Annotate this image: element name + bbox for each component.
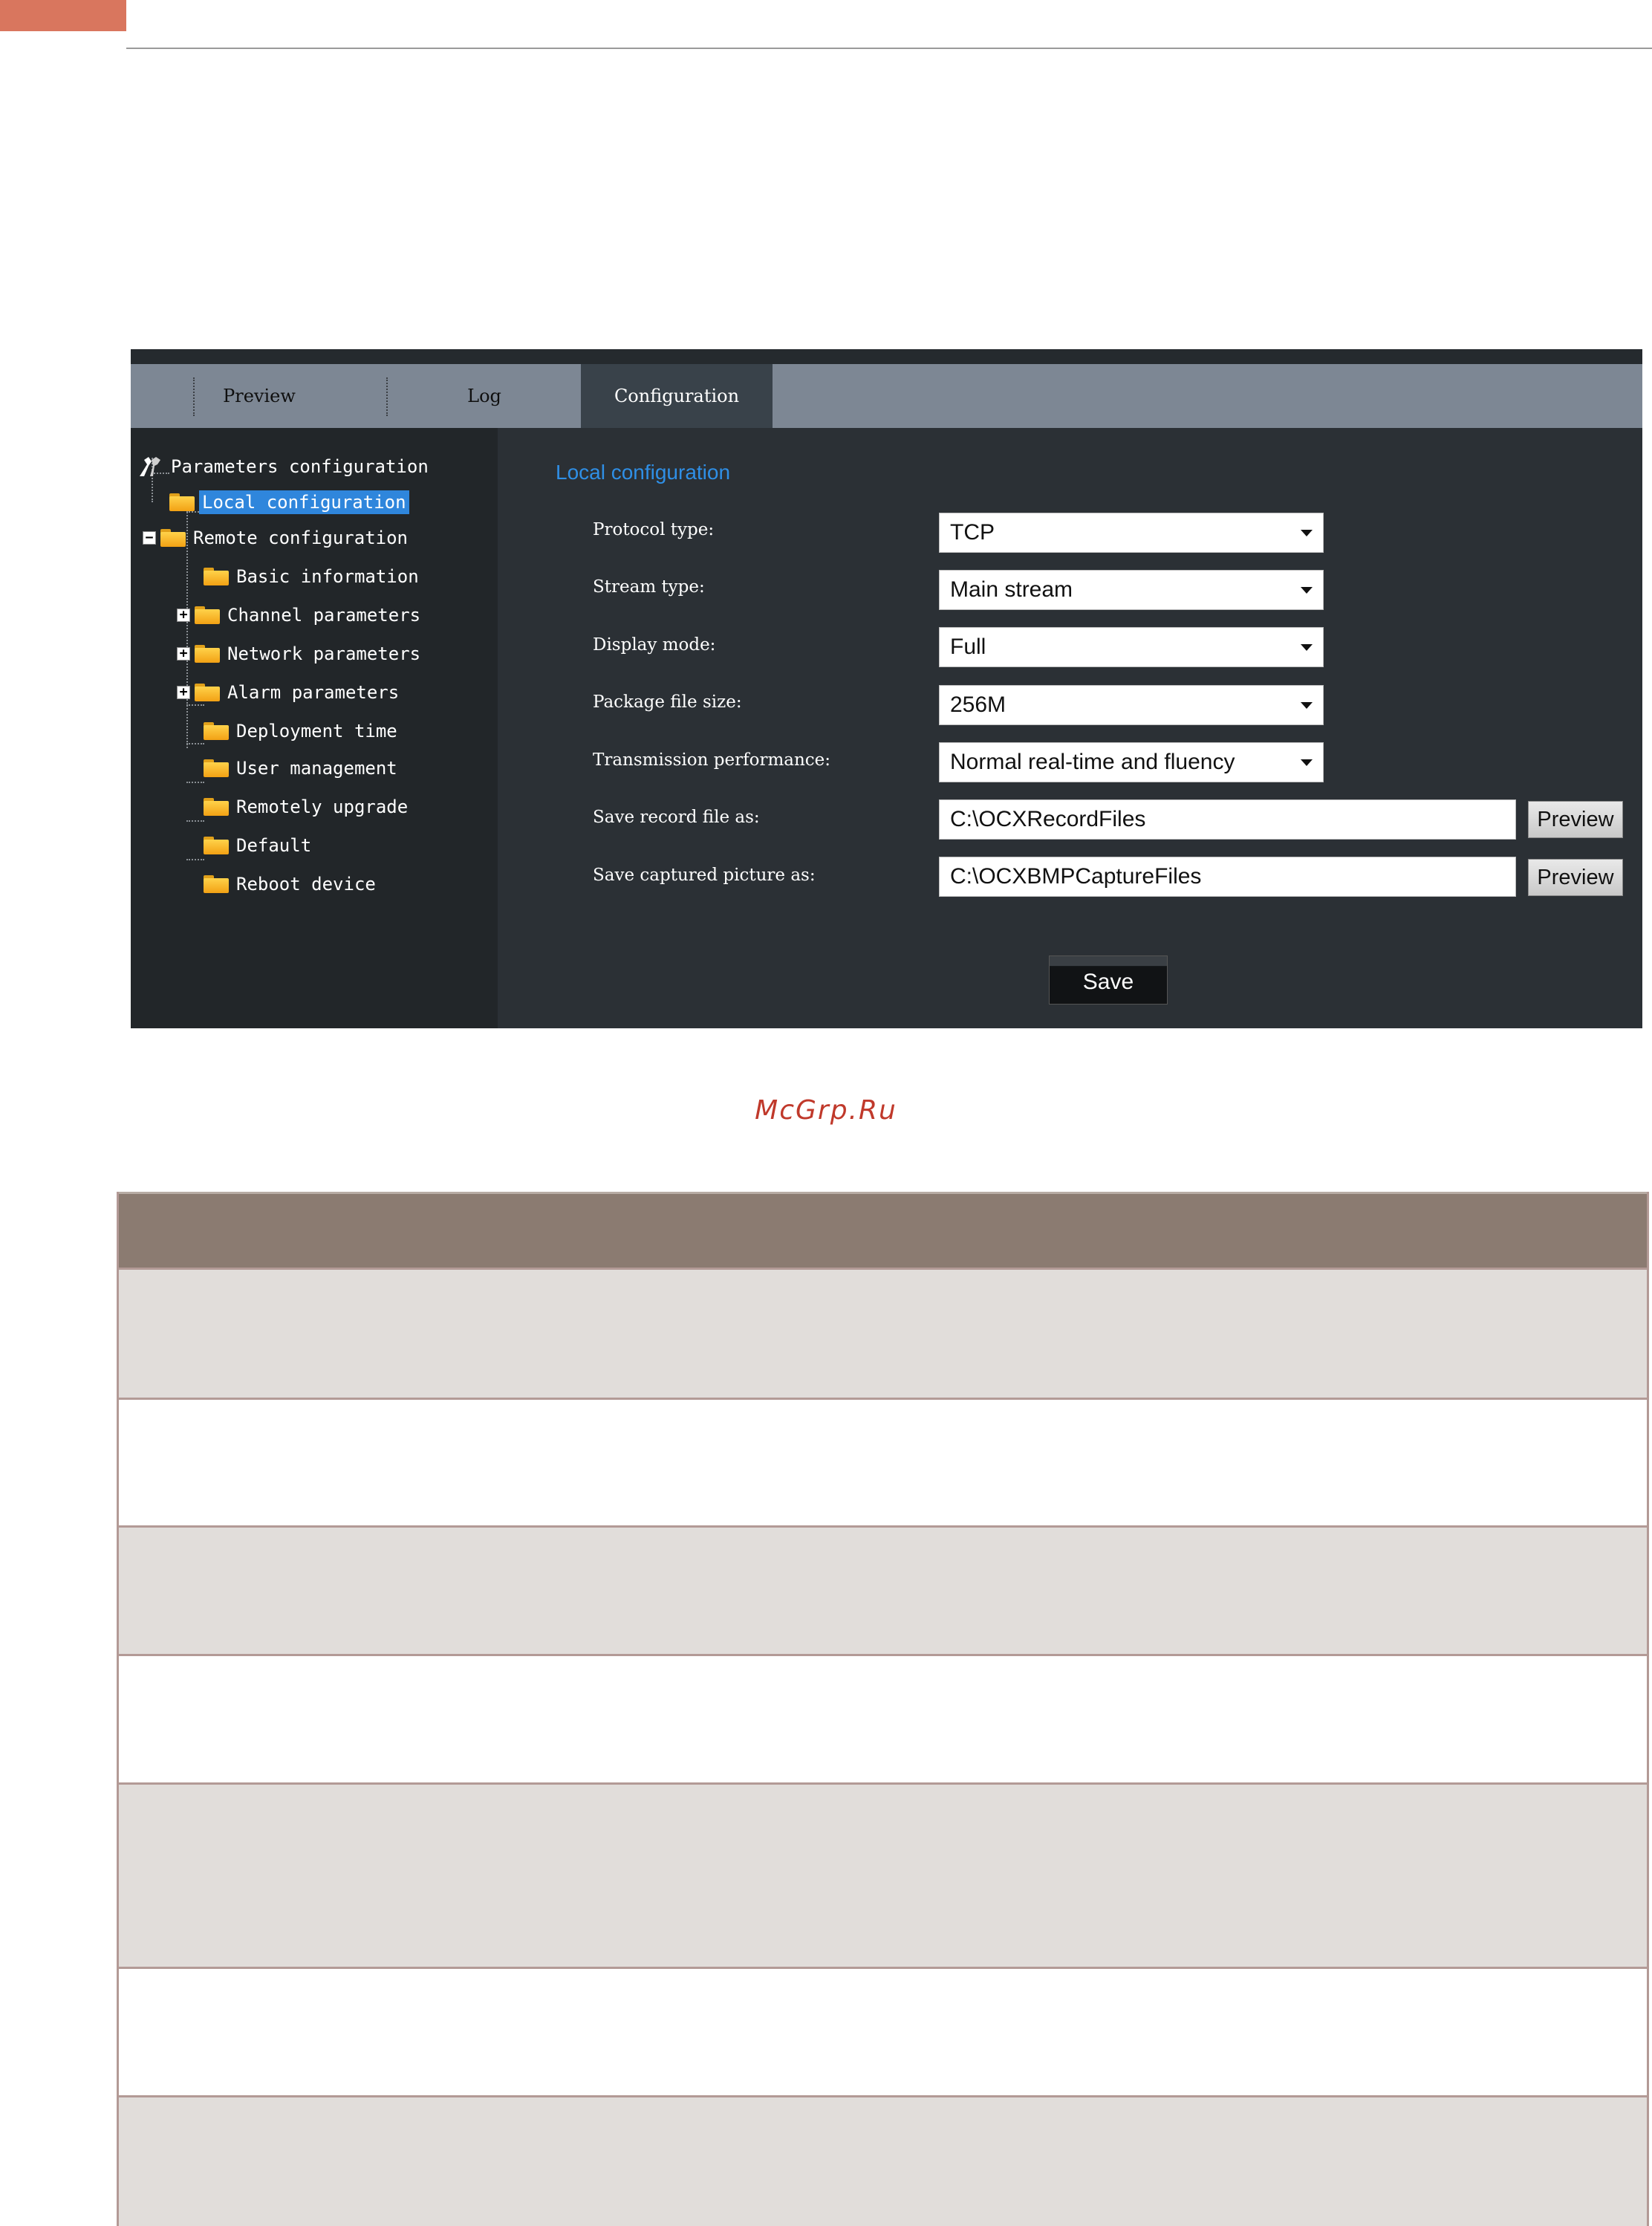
table-row [117, 2095, 1649, 2226]
table-row [117, 1967, 1649, 2095]
select-value: Normal real-time and fluency [950, 750, 1235, 774]
tree-item-label: Alarm parameters [227, 682, 400, 703]
table-header [117, 1192, 1649, 1268]
record-path-preview-button[interactable]: Preview [1528, 801, 1623, 838]
package-file-size-select[interactable]: 256M [939, 685, 1324, 725]
save-picture-path-input[interactable]: C:\OCXBMPCaptureFiles [939, 857, 1516, 897]
tree-item-remote-configuration[interactable]: − Remote configuration [143, 523, 411, 553]
tree-item-label: Deployment time [236, 721, 397, 742]
select-value: Full [950, 635, 986, 659]
stream-type-select[interactable]: Main stream [939, 570, 1324, 610]
content-title: Local configuration [556, 461, 731, 484]
table-border-left [117, 1192, 119, 2226]
folder-icon [195, 684, 220, 701]
stream-type-label: Stream type: [593, 577, 705, 597]
tab-configuration[interactable]: Configuration [581, 364, 773, 428]
select-value: 256M [950, 692, 1007, 717]
folder-icon [204, 722, 229, 740]
header-rule [126, 48, 1652, 49]
tree-root[interactable]: Parameters configuration [137, 452, 432, 481]
tab-preview[interactable]: Preview [195, 364, 324, 428]
dropdown-caret-icon [1301, 530, 1313, 536]
tab-log[interactable]: Log [388, 364, 581, 428]
tree-guide-line [186, 859, 204, 860]
picture-path-preview-button[interactable]: Preview [1528, 859, 1623, 896]
tree-item-alarm-parameters[interactable]: + Alarm parameters [177, 678, 402, 707]
expand-icon[interactable]: + [177, 686, 190, 699]
table-row [117, 1268, 1649, 1398]
folder-icon [195, 645, 220, 663]
tree-item-reboot-device[interactable]: Reboot device [204, 869, 379, 899]
folder-icon [160, 529, 186, 547]
save-button[interactable]: Save [1049, 955, 1168, 1005]
tree-item-local-configuration[interactable]: Local configuration [169, 487, 409, 517]
package-file-size-label: Package file size: [593, 692, 742, 712]
folder-icon [204, 798, 229, 816]
table-row [117, 1654, 1649, 1782]
folder-icon [204, 568, 229, 585]
dropdown-caret-icon [1301, 759, 1313, 766]
tree-item-remotely-upgrade[interactable]: Remotely upgrade [204, 792, 411, 822]
tree-item-label: Remote configuration [193, 528, 408, 548]
dropdown-caret-icon [1301, 644, 1313, 651]
protocol-type-select[interactable]: TCP [939, 513, 1324, 553]
save-captured-picture-label: Save captured picture as: [593, 866, 816, 885]
tree-item-label: Channel parameters [227, 605, 421, 626]
top-strip [131, 349, 1642, 364]
tree-item-basic-information[interactable]: Basic information [204, 562, 422, 591]
watermark: McGrp.Ru [755, 1095, 897, 1126]
tree-item-deployment-time[interactable]: Deployment time [204, 716, 400, 746]
corner-accent-block [0, 0, 126, 31]
tree-item-label: Network parameters [227, 643, 421, 664]
folder-icon [204, 875, 229, 893]
folder-icon [204, 837, 229, 854]
display-mode-select[interactable]: Full [939, 627, 1324, 667]
table-border-right [1647, 1192, 1649, 2226]
table-row [117, 1525, 1649, 1654]
tools-icon [140, 457, 160, 476]
select-value: TCP [950, 520, 995, 545]
display-mode-label: Display mode: [593, 635, 716, 655]
tree-item-default[interactable]: Default [204, 831, 314, 860]
save-record-file-label: Save record file as: [593, 808, 760, 827]
tree-item-label: Remotely upgrade [236, 796, 409, 817]
transmission-performance-select[interactable]: Normal real-time and fluency [939, 742, 1324, 782]
tree-item-label: Default [236, 835, 312, 856]
tree-item-network-parameters[interactable]: + Network parameters [177, 639, 423, 669]
config-screenshot: Preview Log Configuration Parameters con… [131, 349, 1642, 1028]
tree-item-channel-parameters[interactable]: + Channel parameters [177, 600, 423, 630]
expand-icon[interactable]: + [177, 609, 190, 622]
config-tree-sidebar: Parameters configuration Local configura… [131, 428, 498, 1028]
dropdown-caret-icon [1301, 702, 1313, 709]
collapse-icon[interactable]: − [143, 531, 156, 545]
tree-item-user-management[interactable]: User management [204, 753, 400, 783]
select-value: Main stream [950, 577, 1073, 602]
protocol-type-label: Protocol type: [593, 520, 715, 539]
tree-item-label: Local configuration [199, 490, 409, 514]
tree-root-label: Parameters configuration [171, 456, 429, 477]
expand-icon[interactable]: + [177, 647, 190, 661]
folder-icon [169, 493, 195, 511]
tree-item-label: Basic information [236, 566, 419, 587]
tree-guide-line [186, 782, 204, 783]
save-record-path-input[interactable]: C:\OCXRecordFiles [939, 799, 1516, 840]
folder-icon [195, 606, 220, 624]
tree-guide-line [186, 820, 204, 822]
tab-bar: Preview Log Configuration [131, 364, 1642, 428]
transmission-performance-label: Transmission performance: [593, 750, 831, 770]
parameter-table [117, 1192, 1649, 2226]
folder-icon [204, 759, 229, 777]
tree-item-label: Reboot device [236, 874, 376, 895]
table-row [117, 1398, 1649, 1525]
tree-item-label: User management [236, 758, 397, 779]
tree-guide-line [186, 743, 204, 744]
table-row [117, 1782, 1649, 1967]
dropdown-caret-icon [1301, 587, 1313, 594]
